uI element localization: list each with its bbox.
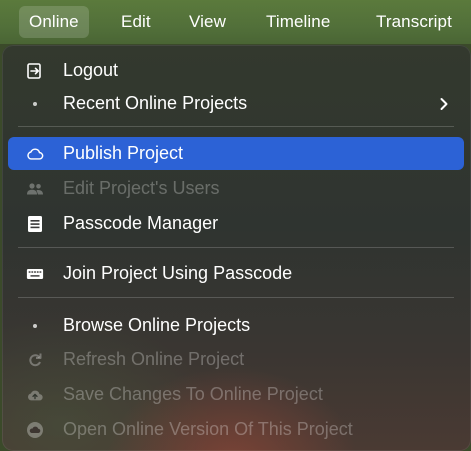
bullet-icon — [26, 317, 44, 335]
menu-separator — [18, 297, 454, 298]
menubar-transcript[interactable]: Transcript — [376, 6, 452, 38]
menu-item-label: Join Project Using Passcode — [63, 263, 293, 283]
menu-item-join-project-using-passcode[interactable]: Join Project Using Passcode — [8, 257, 464, 290]
menu-item-recent-online-projects[interactable]: Recent Online Projects — [8, 87, 464, 120]
menu-item-browse-online-projects[interactable]: Browse Online Projects — [8, 309, 464, 342]
menu-item-open-online-version: Open Online Version Of This Project — [8, 413, 464, 446]
menu-separator — [18, 247, 454, 248]
menu-item-label: Logout — [63, 60, 119, 80]
cloud-icon — [26, 145, 44, 163]
menu-item-passcode-manager[interactable]: Passcode Manager — [8, 207, 464, 240]
menu-item-save-changes-to-online-project: Save Changes To Online Project — [8, 378, 464, 411]
menu-item-label: Open Online Version Of This Project — [63, 419, 353, 439]
menu-item-edit-project-users: Edit Project's Users — [8, 172, 464, 205]
keyboard-icon — [26, 265, 44, 283]
cloud-open-icon — [26, 421, 44, 439]
bullet-icon — [26, 95, 44, 113]
menu-item-label: Edit Project's Users — [63, 178, 220, 198]
users-icon — [26, 180, 44, 198]
menu-item-refresh-online-project: Refresh Online Project — [8, 343, 464, 376]
menubar-edit[interactable]: Edit — [121, 6, 151, 38]
menu-item-label: Publish Project — [63, 143, 184, 163]
menu-item-label: Passcode Manager — [63, 213, 219, 233]
cloud-upload-icon — [26, 386, 44, 404]
menu-item-logout[interactable]: Logout — [8, 54, 464, 87]
menubar-timeline[interactable]: Timeline — [266, 6, 330, 38]
menu-item-label: Recent Online Projects — [63, 93, 248, 113]
menu-item-label: Refresh Online Project — [63, 349, 245, 369]
menubar-online[interactable]: Online — [19, 6, 89, 38]
menu-item-label: Browse Online Projects — [63, 315, 251, 335]
list-icon — [26, 215, 44, 233]
menubar-view[interactable]: View — [189, 6, 226, 38]
menu-item-label: Save Changes To Online Project — [63, 384, 323, 404]
menubar: Online Edit View Timeline Transcript — [0, 0, 471, 44]
chevron-right-icon — [440, 97, 448, 110]
menu-item-publish-project[interactable]: Publish Project — [8, 137, 464, 170]
online-menu: Logout Recent Online Projects Publish Pr… — [2, 45, 471, 451]
menu-separator — [18, 126, 454, 127]
refresh-icon — [26, 351, 44, 369]
logout-icon — [26, 62, 44, 80]
